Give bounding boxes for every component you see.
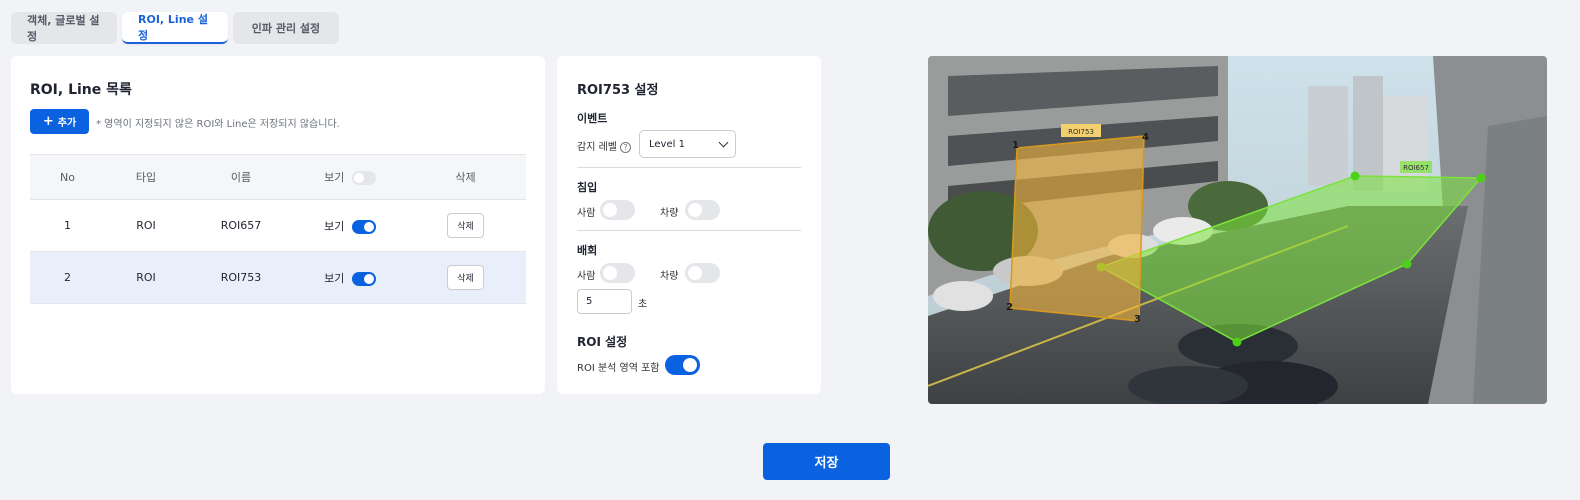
loitering-vehicle-label: 차량 <box>660 271 679 282</box>
roi-753-tag: ROI753 <box>1068 128 1094 136</box>
delete-button[interactable]: 삭제 <box>447 265 484 290</box>
tab-bar: 객체, 글로벌 설정 ROI, Line 설정 인파 관리 설정 <box>11 12 339 44</box>
settings-title: ROI753 설정 <box>577 83 659 98</box>
event-heading: 이벤트 <box>577 112 608 125</box>
sensitivity-value: Level 1 <box>649 138 685 150</box>
roi-657-handle[interactable] <box>1350 171 1360 181</box>
loitering-vehicle-toggle[interactable] <box>685 263 720 283</box>
header-no: No <box>30 154 105 200</box>
roi-list-panel: ROI, Line 목록 + 추가 * 영역이 지정되지 않은 ROI와 Lin… <box>11 56 545 394</box>
camera-view[interactable]: ROI657 ROI753 1 2 3 4 <box>928 56 1547 404</box>
corner-label: 2 <box>1006 302 1013 313</box>
tab-object-global[interactable]: 객체, 글로벌 설정 <box>11 12 117 44</box>
header-view: 보기 <box>295 154 405 200</box>
add-button[interactable]: + 추가 <box>30 109 89 134</box>
roi-include-toggle[interactable] <box>665 355 700 375</box>
corner-label: 4 <box>1142 132 1149 143</box>
loiter-seconds-input[interactable] <box>577 289 632 314</box>
sensitivity-label: 감지 레벨? <box>577 138 631 153</box>
cell-type: ROI <box>105 199 187 252</box>
table-row[interactable]: 1 ROI ROI657 보기 삭제 <box>30 199 526 252</box>
roi-657-handle[interactable] <box>1232 337 1242 347</box>
intrusion-person-toggle[interactable] <box>600 200 635 220</box>
building <box>1308 86 1348 186</box>
tab-roi-line[interactable]: ROI, Line 설정 <box>122 12 228 44</box>
delete-button[interactable]: 삭제 <box>447 213 484 238</box>
divider <box>577 167 801 168</box>
header-name: 이름 <box>187 154 295 200</box>
table-row[interactable]: 2 ROI ROI753 보기 삭제 <box>30 251 526 304</box>
divider <box>577 230 801 231</box>
table-header: No 타입 이름 보기 삭제 <box>30 154 526 200</box>
tab-crowd[interactable]: 인파 관리 설정 <box>233 12 339 44</box>
camera-canvas: ROI657 ROI753 1 2 3 4 <box>928 56 1547 404</box>
sensitivity-select[interactable]: Level 1 <box>639 130 736 158</box>
cell-no: 2 <box>30 251 105 304</box>
cell-name: ROI753 <box>187 251 295 304</box>
header-delete: 삭제 <box>405 154 526 200</box>
seconds-unit: 초 <box>638 299 648 310</box>
plus-icon: + <box>42 114 54 129</box>
view-label: 보기 <box>324 219 345 233</box>
panel-title: ROI, Line 목록 <box>30 82 132 98</box>
loitering-person-toggle[interactable] <box>600 263 635 283</box>
roi-section-heading: ROI 설정 <box>577 335 628 349</box>
roi-657-handle[interactable] <box>1476 173 1486 183</box>
roi-657-handle[interactable] <box>1402 259 1412 269</box>
view-all-toggle[interactable] <box>351 171 376 185</box>
intrusion-person-label: 사람 <box>577 208 596 219</box>
roi-settings-panel: ROI753 설정 이벤트 감지 레벨? Level 1 침입 사람 차량 배회… <box>557 56 821 394</box>
help-icon[interactable]: ? <box>619 141 631 153</box>
view-toggle[interactable] <box>351 271 376 286</box>
cell-no: 1 <box>30 199 105 252</box>
roi-657-tag: ROI657 <box>1403 164 1429 172</box>
header-type: 타입 <box>105 154 187 200</box>
loitering-person-label: 사람 <box>577 271 596 282</box>
cell-view: 보기 <box>295 199 405 252</box>
intrusion-heading: 침입 <box>577 181 598 194</box>
roi-753-area[interactable] <box>1009 135 1145 322</box>
header-view-label: 보기 <box>324 171 345 184</box>
roi-table: No 타입 이름 보기 삭제 1 ROI ROI657 보기 삭제 2 ROI … <box>30 154 526 304</box>
car <box>933 281 993 311</box>
corner-label: 1 <box>1012 140 1019 151</box>
chevron-down-icon <box>718 137 729 148</box>
cell-view: 보기 <box>295 251 405 304</box>
view-label: 보기 <box>324 271 345 285</box>
view-toggle[interactable] <box>351 219 376 234</box>
sensitivity-label-text: 감지 레벨 <box>577 142 617 153</box>
add-button-label: 추가 <box>57 118 77 129</box>
roi-include-label: ROI 분석 영역 포함 <box>577 363 660 374</box>
intrusion-vehicle-label: 차량 <box>660 208 679 219</box>
cell-delete: 삭제 <box>405 199 526 252</box>
cell-type: ROI <box>105 251 187 304</box>
intrusion-vehicle-toggle[interactable] <box>685 200 720 220</box>
cell-delete: 삭제 <box>405 251 526 304</box>
corner-label: 3 <box>1134 314 1141 325</box>
save-button[interactable]: 저장 <box>763 443 890 480</box>
cell-name: ROI657 <box>187 199 295 252</box>
loitering-heading: 배회 <box>577 244 598 257</box>
save-hint: * 영역이 지정되지 않은 ROI와 Line은 저장되지 않습니다. <box>96 119 340 130</box>
